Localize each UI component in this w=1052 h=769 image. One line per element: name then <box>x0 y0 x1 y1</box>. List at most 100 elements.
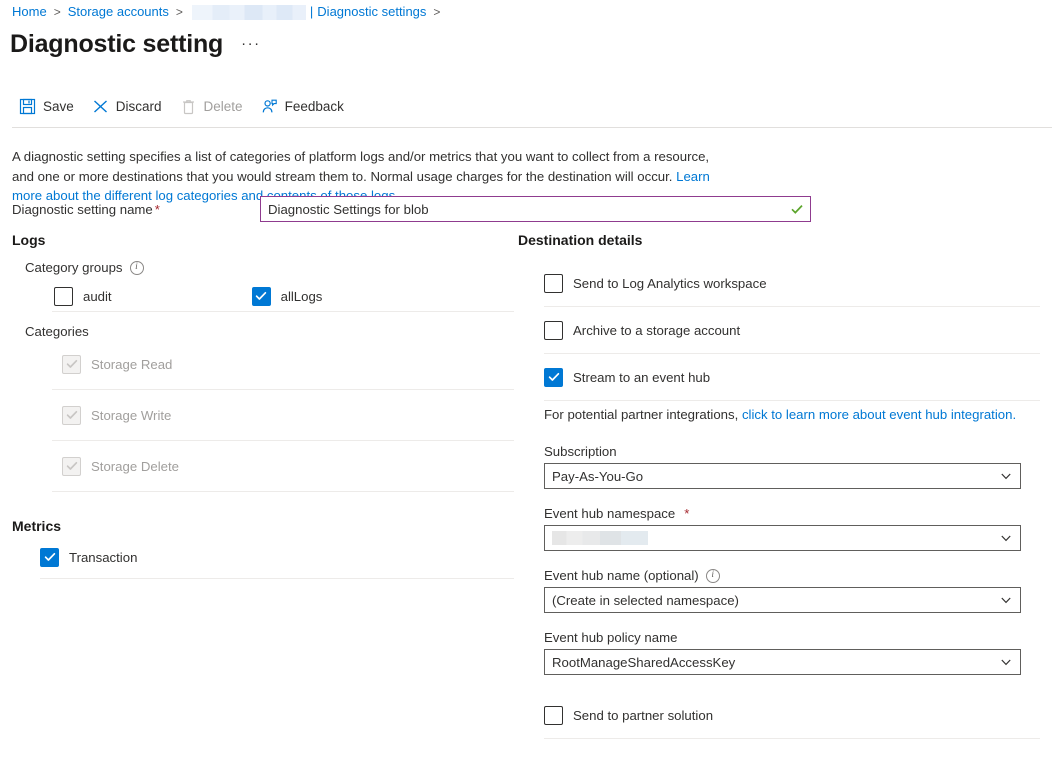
close-icon <box>92 98 109 115</box>
category-group-alllogs[interactable]: allLogs <box>251 286 322 306</box>
breadcrumb-item-home[interactable]: Home <box>12 3 47 21</box>
hub-name-label-row: Event hub name (optional) i <box>544 568 1040 583</box>
checkbox-partner-solution[interactable] <box>544 705 563 725</box>
breadcrumb-item-diagnostic-settings[interactable]: Diagnostic settings <box>317 3 426 21</box>
breadcrumb-item-resource-redacted[interactable] <box>191 4 306 20</box>
namespace-value-redacted <box>552 531 648 545</box>
checkbox-event-hub[interactable] <box>544 367 563 387</box>
label-log-analytics: Send to Log Analytics workspace <box>573 275 767 291</box>
save-icon <box>19 98 36 115</box>
divider <box>544 400 1040 401</box>
label-archive-storage: Archive to a storage account <box>573 322 741 338</box>
toolbar-divider <box>12 127 1052 128</box>
subscription-value: Pay-As-You-Go <box>552 468 644 484</box>
category-group-audit[interactable]: audit <box>54 286 112 306</box>
category-storage-write: Storage Write <box>12 390 514 440</box>
destination-archive-storage[interactable]: Archive to a storage account <box>518 307 1040 353</box>
field-subscription: Subscription Pay-As-You-Go <box>544 444 1040 489</box>
namespace-label: Event hub namespace <box>544 506 676 521</box>
logs-metrics-column: Logs Category groups i audit allLogs Cat… <box>12 232 514 579</box>
breadcrumb-separator-icon: > <box>53 5 61 19</box>
divider <box>52 491 514 492</box>
category-groups-row: audit allLogs <box>12 281 514 311</box>
breadcrumb-pipe: | <box>309 4 314 19</box>
breadcrumb-separator-icon: > <box>175 5 183 19</box>
checkbox-log-analytics[interactable] <box>544 273 563 293</box>
field-event-hub-policy: Event hub policy name RootManageSharedAc… <box>544 630 1040 675</box>
checkbox-storage-delete <box>62 456 81 476</box>
event-hub-hint-text: For potential partner integrations, <box>544 407 742 422</box>
valid-check-icon <box>790 202 804 216</box>
save-button[interactable]: Save <box>12 94 85 119</box>
destination-log-analytics[interactable]: Send to Log Analytics workspace <box>518 260 1040 306</box>
label-storage-write: Storage Write <box>91 407 172 423</box>
policy-name-label-row: Event hub policy name <box>544 630 1040 645</box>
event-hub-namespace-select[interactable] <box>544 525 1021 551</box>
feedback-label: Feedback <box>284 98 344 114</box>
metrics-heading: Metrics <box>12 518 62 534</box>
chevron-down-icon <box>1000 470 1012 482</box>
delete-button: Delete <box>173 94 254 119</box>
info-icon[interactable]: i <box>705 568 720 583</box>
checkbox-storage-write <box>62 405 81 425</box>
metric-transaction: Transaction <box>12 536 514 578</box>
event-hub-integration-link[interactable]: click to learn more about event hub inte… <box>742 407 1016 422</box>
policy-name-label: Event hub policy name <box>544 630 678 645</box>
label-transaction: Transaction <box>69 549 138 565</box>
destination-event-hub[interactable]: Stream to an event hub <box>518 354 1040 400</box>
categories-label-row: Categories <box>12 324 514 339</box>
breadcrumb-item-storage-accounts[interactable]: Storage accounts <box>68 3 169 21</box>
category-groups-label: Category groups <box>25 260 123 275</box>
hub-name-value: (Create in selected namespace) <box>552 592 739 608</box>
label-storage-delete: Storage Delete <box>91 458 179 474</box>
diagnostic-setting-name-row: Diagnostic setting name * <box>12 196 811 222</box>
destination-partner-solution[interactable]: Send to partner solution <box>518 692 1040 738</box>
diagnostic-setting-name-label: Diagnostic setting name * <box>12 202 260 217</box>
trash-icon <box>180 98 197 115</box>
field-event-hub-namespace: Event hub namespace * <box>544 506 1040 551</box>
feedback-button[interactable]: Feedback <box>254 94 355 119</box>
info-icon[interactable]: i <box>129 260 144 275</box>
label-storage-read: Storage Read <box>91 356 173 372</box>
checkbox-transaction[interactable] <box>40 547 59 567</box>
checkbox-storage-read <box>62 354 81 374</box>
checkbox-audit[interactable] <box>54 286 73 306</box>
event-hub-name-select[interactable]: (Create in selected namespace) <box>544 587 1021 613</box>
checkbox-archive-storage[interactable] <box>544 320 563 340</box>
namespace-label-row: Event hub namespace * <box>544 506 1040 521</box>
delete-label: Delete <box>203 98 243 114</box>
policy-name-value: RootManageSharedAccessKey <box>552 654 736 670</box>
divider <box>52 311 514 312</box>
checkbox-alllogs[interactable] <box>251 286 271 306</box>
subscription-label-row: Subscription <box>544 444 1040 459</box>
event-hub-hint: For potential partner integrations, clic… <box>544 407 1040 422</box>
categories-label: Categories <box>25 324 89 339</box>
subscription-label: Subscription <box>544 444 617 459</box>
event-hub-policy-select[interactable]: RootManageSharedAccessKey <box>544 649 1021 675</box>
category-storage-read: Storage Read <box>12 339 514 389</box>
title-row: Diagnostic setting ··· <box>10 30 261 59</box>
feedback-icon <box>261 98 278 115</box>
logs-heading: Logs <box>12 232 46 248</box>
command-bar: Save Discard Delete Feedback <box>12 92 355 120</box>
diagnostic-setting-page: Home > Storage accounts > | Diagnostic s… <box>0 0 1052 769</box>
destination-details-column: Destination details Send to Log Analytic… <box>518 232 1040 739</box>
label-partner-solution: Send to partner solution <box>573 707 714 723</box>
destination-details-heading: Destination details <box>518 232 643 248</box>
diagnostic-setting-name-input[interactable] <box>261 197 810 221</box>
more-options-icon[interactable]: ··· <box>241 36 261 51</box>
subscription-select[interactable]: Pay-As-You-Go <box>544 463 1021 489</box>
label-event-hub: Stream to an event hub <box>573 369 711 385</box>
hub-name-label: Event hub name (optional) <box>544 568 699 583</box>
category-storage-delete: Storage Delete <box>12 441 514 491</box>
page-title: Diagnostic setting <box>10 30 224 58</box>
name-label-text: Diagnostic setting name <box>12 201 153 217</box>
required-marker: * <box>154 201 160 217</box>
label-audit: audit <box>83 288 112 304</box>
required-marker: * <box>684 506 690 521</box>
discard-button[interactable]: Discard <box>85 94 173 119</box>
diagnostic-setting-name-box[interactable] <box>260 196 811 222</box>
chevron-down-icon <box>1000 532 1012 544</box>
breadcrumb: Home > Storage accounts > | Diagnostic s… <box>12 3 447 21</box>
chevron-down-icon <box>1000 656 1012 668</box>
